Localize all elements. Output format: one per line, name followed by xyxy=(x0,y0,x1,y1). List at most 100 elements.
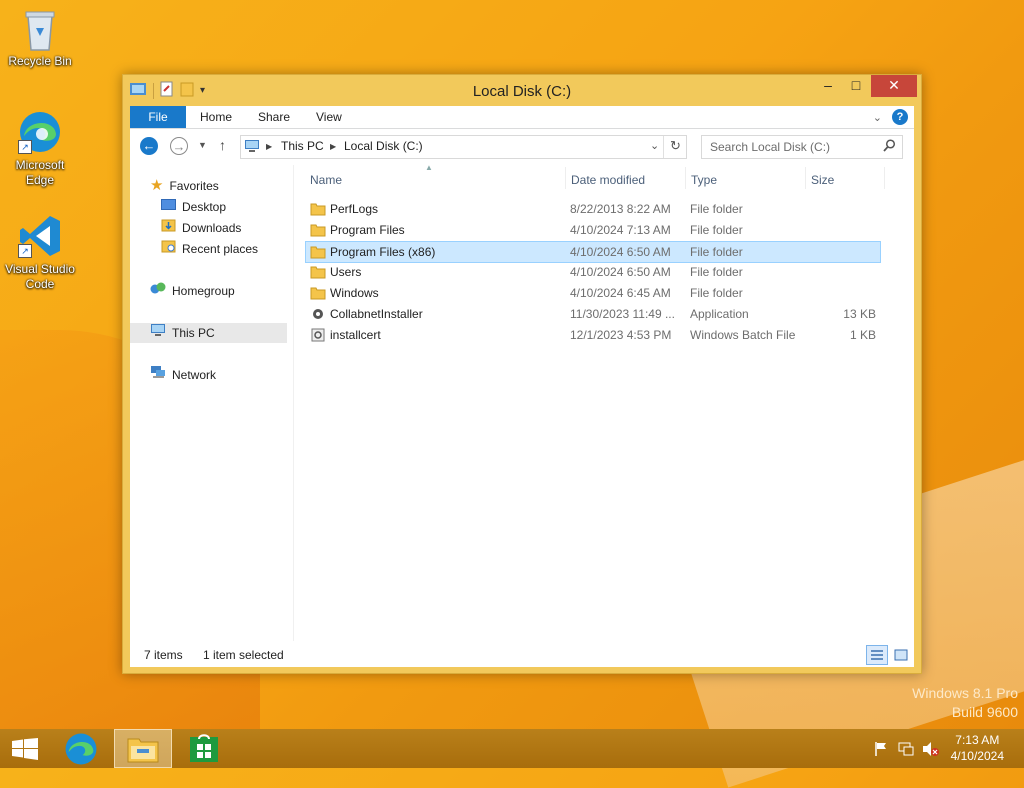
column-divider[interactable] xyxy=(685,167,686,189)
nav-desktop[interactable]: Desktop xyxy=(161,197,226,217)
address-bar[interactable]: ▶ This PC ▶ Local Disk (C:) ⌄ ↻ xyxy=(240,135,687,159)
taskbar-file-explorer[interactable] xyxy=(114,729,172,768)
title-bar[interactable]: ▾ Local Disk (C:) – □ ✕ xyxy=(123,75,921,105)
file-date: 4/10/2024 7:13 AM xyxy=(570,223,671,237)
file-name: CollabnetInstaller xyxy=(330,307,423,321)
address-dropdown-chevron-icon[interactable]: ⌄ xyxy=(650,139,659,152)
file-date: 11/30/2023 11:49 ... xyxy=(570,307,675,321)
folder-icon xyxy=(310,286,326,306)
file-row[interactable]: PerfLogs 8/22/2013 8:22 AM File folder xyxy=(306,199,880,219)
nav-label: Desktop xyxy=(182,200,227,214)
search-box[interactable] xyxy=(701,135,903,159)
desktop-icon-edge[interactable]: ↗ Microsoft Edge xyxy=(0,110,80,188)
nav-label: Recent places xyxy=(182,242,259,256)
forward-arrow-icon[interactable]: → xyxy=(170,137,188,155)
file-type: Application xyxy=(690,307,749,321)
nav-homegroup[interactable]: Homegroup xyxy=(150,281,235,301)
file-type: File folder xyxy=(690,245,743,259)
windows-watermark: Windows 8.1 Pro Build 9600 xyxy=(912,684,1018,722)
ribbon-tabs: File Home Share View ⌄ ? xyxy=(130,106,914,129)
navigation-toolbar: ← → ▼ ↑ ▶ This PC ▶ Local Disk (C:) ⌄ ↻ xyxy=(130,129,914,165)
sort-ascending-icon: ▲ xyxy=(425,163,433,172)
minimize-button[interactable]: – xyxy=(815,75,841,97)
desktop-icon-recycle-bin[interactable]: Recycle Bin xyxy=(0,6,80,69)
file-date: 12/1/2023 4:53 PM xyxy=(570,328,672,342)
file-row[interactable]: CollabnetInstaller 11/30/2023 11:49 ... … xyxy=(306,304,880,324)
file-row[interactable]: Users 4/10/2024 6:50 AM File folder xyxy=(306,262,880,282)
breadcrumb-local-disk[interactable]: Local Disk (C:) xyxy=(344,139,423,153)
tab-home[interactable]: Home xyxy=(188,106,244,128)
breadcrumb-separator-icon[interactable]: ▶ xyxy=(330,142,336,151)
search-icon[interactable] xyxy=(883,139,896,155)
column-divider[interactable] xyxy=(565,167,566,189)
recent-places-icon xyxy=(161,239,176,259)
window-title: Local Disk (C:) xyxy=(472,83,572,100)
clock-time: 7:13 AM xyxy=(955,733,1000,747)
tab-file[interactable]: File xyxy=(130,106,186,128)
file-size: 1 KB xyxy=(849,328,876,342)
file-date: 4/10/2024 6:50 AM xyxy=(570,265,671,279)
file-row-selected[interactable]: Program Files (x86) 4/10/2024 6:50 AM Fi… xyxy=(305,241,881,263)
close-button[interactable]: ✕ xyxy=(871,75,917,97)
edge-icon xyxy=(65,733,97,765)
volume-muted-icon[interactable] xyxy=(922,741,940,760)
desktop-icon-vscode[interactable]: ↗ Visual Studio Code xyxy=(0,214,80,292)
column-header-size[interactable]: Size xyxy=(811,173,834,187)
file-name: PerfLogs xyxy=(330,202,379,216)
column-divider[interactable] xyxy=(884,167,885,189)
column-header-date[interactable]: Date modified xyxy=(571,173,645,187)
search-input[interactable] xyxy=(708,139,872,155)
expand-ribbon-chevron-icon[interactable]: ⌄ xyxy=(873,111,882,124)
back-arrow-icon[interactable]: ← xyxy=(140,137,158,155)
column-header-name[interactable]: Name xyxy=(310,173,342,187)
taskbar-edge[interactable] xyxy=(58,729,106,768)
breadcrumb-this-pc[interactable]: This PC xyxy=(281,139,324,153)
file-date: 8/22/2013 8:22 AM xyxy=(570,202,671,216)
refresh-icon[interactable]: ↻ xyxy=(670,138,681,154)
file-explorer-window: ▾ Local Disk (C:) – □ ✕ File Home Share … xyxy=(122,74,922,674)
nav-favorites[interactable]: ★ Favorites xyxy=(150,176,219,196)
file-name: Windows xyxy=(330,286,379,300)
details-view-icon[interactable] xyxy=(866,645,888,665)
this-pc-icon xyxy=(244,139,260,157)
application-icon xyxy=(310,307,326,327)
folder-icon xyxy=(310,265,326,285)
nav-recent-places[interactable]: Recent places xyxy=(161,239,258,259)
column-header-type[interactable]: Type xyxy=(691,173,717,187)
star-icon: ★ xyxy=(150,177,164,194)
downloads-icon xyxy=(161,218,176,238)
help-icon[interactable]: ? xyxy=(892,109,908,125)
file-row[interactable]: installcert 12/1/2023 4:53 PM Windows Ba… xyxy=(306,325,880,345)
clock-date: 4/10/2024 xyxy=(950,749,1004,763)
nav-label: Favorites xyxy=(169,179,219,193)
file-type: File folder xyxy=(690,286,743,300)
start-button[interactable] xyxy=(6,729,46,768)
homegroup-icon xyxy=(150,281,166,301)
file-name: Users xyxy=(330,265,362,279)
clock[interactable]: 7:13 AM 4/10/2024 xyxy=(951,732,1004,764)
recent-locations-chevron-icon[interactable]: ▼ xyxy=(198,140,207,150)
tab-view[interactable]: View xyxy=(304,106,354,128)
nav-network[interactable]: Network xyxy=(150,365,216,385)
file-row[interactable]: Windows 4/10/2024 6:45 AM File folder xyxy=(306,283,880,303)
file-date: 4/10/2024 6:45 AM xyxy=(570,286,671,300)
nav-downloads[interactable]: Downloads xyxy=(161,218,241,238)
taskbar-store[interactable] xyxy=(180,729,228,768)
network-tray-icon[interactable] xyxy=(898,741,914,760)
file-date: 4/10/2024 6:50 AM xyxy=(570,245,671,259)
file-list: ▲ Name Date modified Type Size PerfLogs … xyxy=(300,163,914,641)
file-name: installcert xyxy=(330,328,381,342)
nav-label: Homegroup xyxy=(172,284,235,298)
watermark-build: Build 9600 xyxy=(951,704,1018,720)
file-row[interactable]: Program Files 4/10/2024 7:13 AM File fol… xyxy=(306,220,880,240)
nav-this-pc[interactable]: This PC xyxy=(130,323,287,343)
large-icons-view-icon[interactable] xyxy=(890,645,912,665)
column-divider[interactable] xyxy=(805,167,806,189)
breadcrumb-separator-icon[interactable]: ▶ xyxy=(266,142,272,151)
up-arrow-icon[interactable]: ↑ xyxy=(219,137,226,153)
watermark-edition: Windows 8.1 Pro xyxy=(912,685,1018,701)
tab-share[interactable]: Share xyxy=(246,106,302,128)
action-center-flag-icon[interactable] xyxy=(873,741,889,760)
file-size: 13 KB xyxy=(843,307,876,321)
maximize-button[interactable]: □ xyxy=(843,75,869,97)
